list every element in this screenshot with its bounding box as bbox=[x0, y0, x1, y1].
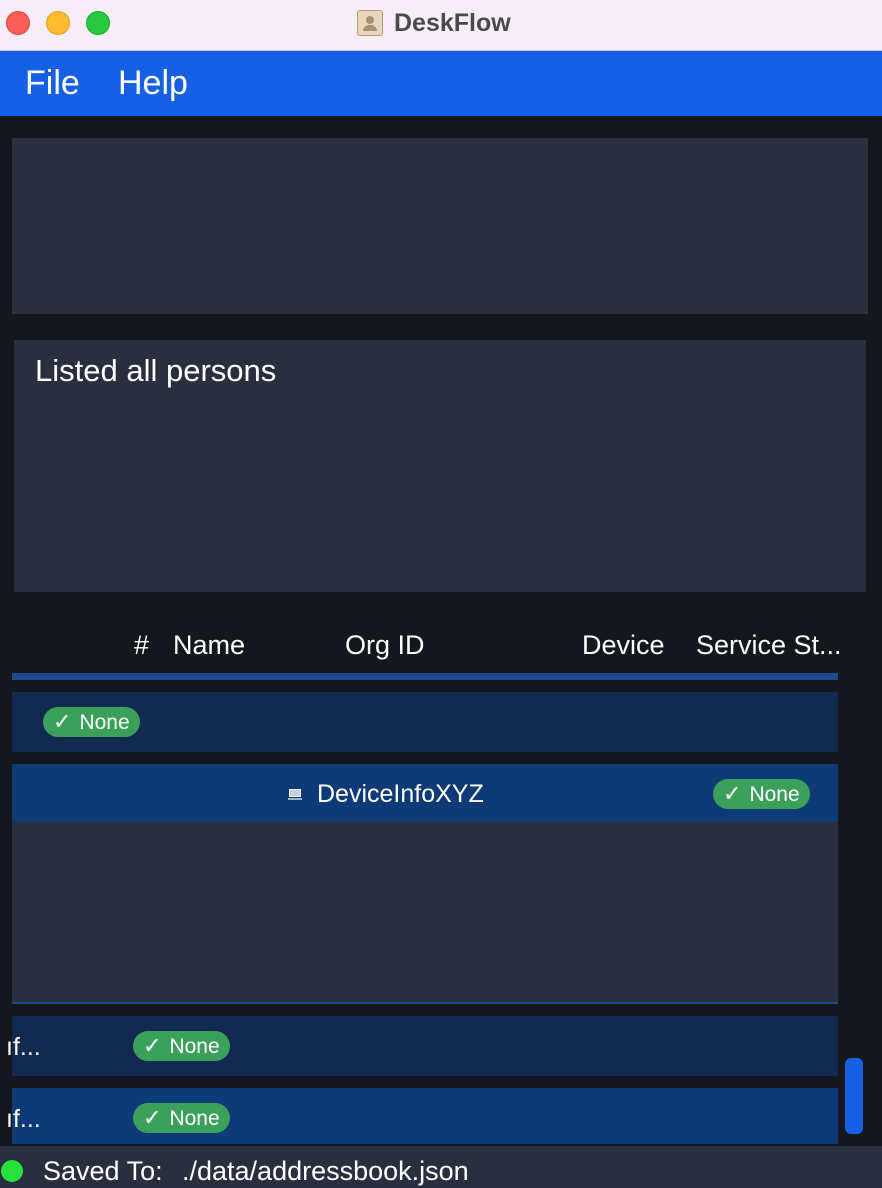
name-cell: ıf... bbox=[6, 1105, 41, 1133]
result-display: Listed all persons bbox=[14, 340, 866, 592]
table-row[interactable]: DeviceInfoXYZ ✓ None bbox=[12, 764, 838, 822]
save-location-label: Saved To: bbox=[43, 1156, 163, 1186]
table-header-divider bbox=[12, 673, 838, 680]
command-input[interactable] bbox=[12, 138, 868, 314]
title-bar: DeskFlow bbox=[0, 0, 882, 51]
service-status-label: None bbox=[749, 783, 800, 806]
table-row[interactable]: ıf... ✓ None bbox=[6, 1088, 838, 1144]
menu-help[interactable]: Help bbox=[118, 64, 188, 103]
name-cell: ıf... bbox=[6, 1033, 41, 1061]
status-bar: Saved To: ./data/addressbook.json bbox=[0, 1146, 882, 1188]
menu-bar: File Help bbox=[0, 51, 882, 116]
column-header-index[interactable]: # bbox=[134, 630, 149, 661]
table-row[interactable]: ✓ None bbox=[12, 692, 838, 752]
menu-file[interactable]: File bbox=[25, 64, 80, 103]
row-detail-divider bbox=[12, 1002, 838, 1004]
checkmark-icon: ✓ bbox=[53, 709, 72, 734]
minimize-window-button[interactable] bbox=[46, 11, 70, 35]
checkmark-icon: ✓ bbox=[723, 781, 742, 806]
window-title: DeskFlow bbox=[394, 9, 511, 37]
close-window-button[interactable] bbox=[6, 11, 30, 35]
laptop-icon bbox=[288, 789, 302, 800]
column-header-org-id[interactable]: Org ID bbox=[345, 630, 425, 661]
device-cell: DeviceInfoXYZ bbox=[317, 780, 484, 808]
checkmark-icon: ✓ bbox=[143, 1105, 162, 1130]
app-window: DeskFlow File Help Listed all persons # … bbox=[0, 0, 882, 1188]
save-status-indicator-icon bbox=[1, 1160, 23, 1182]
service-status-badge: ✓ None bbox=[43, 707, 140, 737]
table-row[interactable]: ıf... ✓ None bbox=[6, 1016, 838, 1076]
service-status-badge: ✓ None bbox=[713, 779, 810, 809]
column-header-name[interactable]: Name bbox=[173, 630, 245, 661]
row-detail-panel bbox=[12, 822, 838, 1002]
service-status-badge: ✓ None bbox=[133, 1103, 230, 1133]
contacts-book-icon bbox=[357, 10, 383, 36]
column-header-device[interactable]: Device bbox=[582, 630, 665, 661]
result-message: Listed all persons bbox=[35, 353, 277, 388]
service-status-label: None bbox=[169, 1107, 220, 1130]
service-status-label: None bbox=[169, 1035, 220, 1058]
maximize-window-button[interactable] bbox=[86, 11, 110, 35]
column-header-service-status[interactable]: Service St... bbox=[696, 630, 842, 661]
service-status-badge: ✓ None bbox=[133, 1031, 230, 1061]
service-status-label: None bbox=[79, 711, 130, 734]
checkmark-icon: ✓ bbox=[143, 1033, 162, 1058]
table-scrollbar-thumb[interactable] bbox=[845, 1058, 863, 1134]
save-location-path: ./data/addressbook.json bbox=[182, 1156, 469, 1186]
